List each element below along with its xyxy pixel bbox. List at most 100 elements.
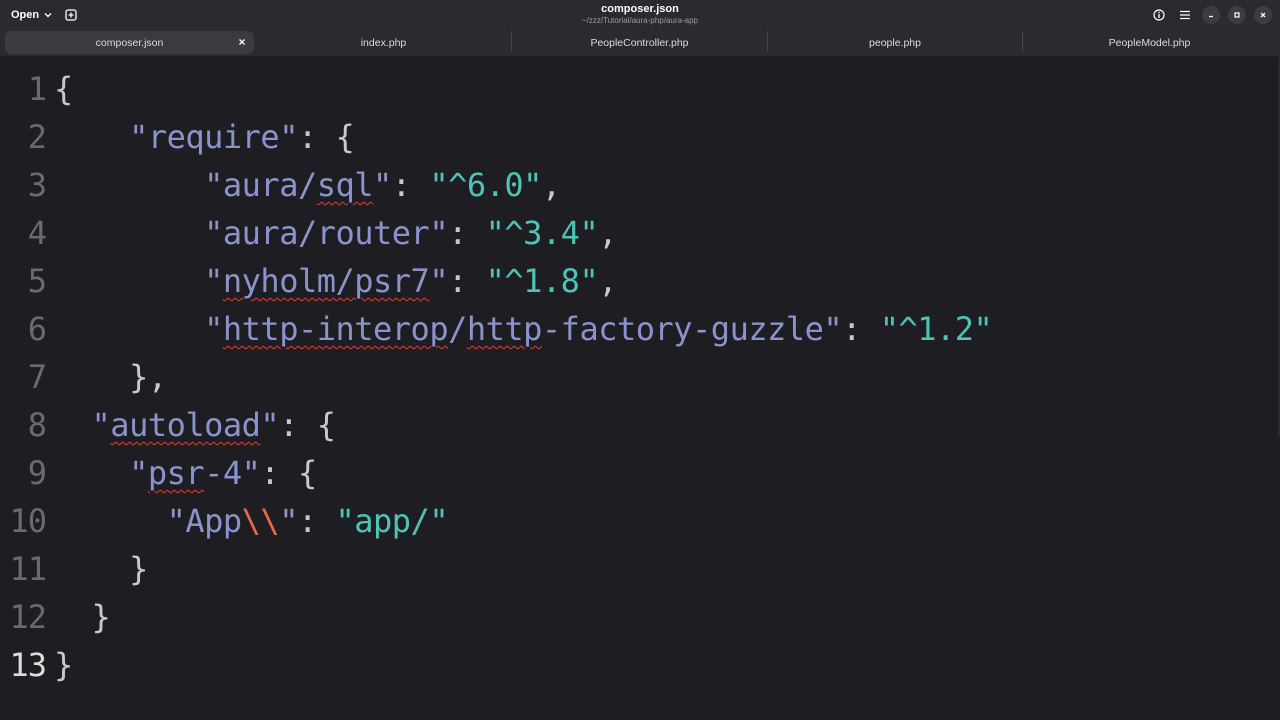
code-line[interactable]: 12 } [0, 593, 1270, 641]
tab-label: PeopleModel.php [1108, 36, 1191, 49]
code-token: "^1.2" [879, 310, 993, 348]
code-line[interactable]: 4 "aura/router": "^3.4", [0, 209, 1270, 257]
code-text: "aura/router": "^3.4", [54, 209, 617, 257]
line-number: 10 [9, 502, 47, 540]
tab-label: people.php [869, 36, 921, 49]
tab-close-button[interactable] [236, 36, 248, 48]
close-window-button[interactable] [1254, 6, 1272, 24]
tab-composer-json[interactable]: composer.json [5, 31, 254, 54]
code-token: -4" [204, 454, 261, 492]
code-text: { [54, 65, 73, 113]
code-line[interactable]: 13} [0, 641, 1270, 689]
code-token: " [260, 406, 280, 444]
tab-close-icon [239, 39, 245, 45]
code-token: "^1.8" [485, 262, 599, 300]
line-number: 6 [27, 310, 47, 348]
code-token: " [204, 310, 223, 348]
code-line[interactable]: 10 "App\\": "app/" [0, 497, 1270, 545]
open-button[interactable]: Open [4, 5, 60, 25]
tab-people-model-php[interactable]: PeopleModel.php [1023, 31, 1276, 54]
code-token: -factory-guzzle" [541, 310, 843, 348]
minimize-button[interactable] [1202, 6, 1220, 24]
spelling-error-token: nyholm/psr7 [222, 262, 430, 300]
open-button-label: Open [11, 9, 40, 21]
spelling-error-token: autoload [110, 406, 261, 444]
code-line[interactable]: 9 "psr-4": { [0, 449, 1270, 497]
code-token: / [448, 310, 467, 348]
code-text: "nyholm/psr7": "^1.8", [54, 257, 617, 305]
code-token: , [598, 262, 617, 300]
code-text: "require": { [54, 113, 355, 161]
info-icon [1153, 9, 1165, 21]
code-token: " [279, 502, 298, 540]
code-line[interactable]: 1{ [0, 65, 1270, 113]
tab-index-php[interactable]: index.php [256, 31, 511, 54]
code-token: : [448, 262, 486, 300]
code-token: , [541, 166, 561, 204]
line-number: 1 [27, 70, 47, 108]
line-number: 2 [27, 118, 47, 156]
code-token: { [54, 70, 73, 108]
tab-label: index.php [360, 36, 407, 49]
code-token: : [297, 502, 336, 540]
code-line[interactable]: 11 } [0, 545, 1270, 593]
maximize-button[interactable] [1228, 6, 1246, 24]
line-number: 8 [27, 406, 47, 444]
code-editor[interactable]: 1{2 "require": {3 "aura/sql": "^6.0", 4 "… [0, 57, 1280, 720]
code-text: "autoload": { [54, 401, 336, 449]
code-token: " [373, 166, 392, 204]
code-line[interactable]: 2 "require": { [0, 113, 1270, 161]
tab-people-php[interactable]: people.php [768, 31, 1022, 54]
code-token: : [391, 166, 430, 204]
tab-people-controller-php[interactable]: PeopleController.php [512, 31, 767, 54]
code-token: , [598, 214, 617, 252]
code-token: "aura/ [204, 166, 317, 204]
code-token: } [91, 598, 111, 636]
code-token: }, [129, 358, 167, 396]
header-actions [1150, 6, 1272, 24]
window-subtitle: ~/zzz/Tutorial/aura-php/aura-app [582, 16, 698, 25]
new-tab-button[interactable] [62, 6, 80, 24]
code-line[interactable]: 5 "nyholm/psr7": "^1.8", [0, 257, 1270, 305]
info-button[interactable] [1150, 6, 1168, 24]
line-number: 3 [27, 166, 47, 204]
code-token: " [204, 262, 223, 300]
line-number: 4 [27, 214, 47, 252]
code-token: "App [166, 502, 243, 540]
code-token: } [54, 646, 73, 684]
spelling-error-token: http-interop [222, 310, 449, 348]
code-line[interactable]: 7 }, [0, 353, 1270, 401]
spelling-error-token: sql [316, 166, 374, 204]
code-token: "require" [129, 118, 298, 156]
code-text: } [54, 641, 73, 689]
code-text: "psr-4": { [54, 449, 317, 497]
code-text: }, [54, 353, 167, 401]
code-token: "^6.0" [429, 166, 542, 204]
spelling-error-token: http [466, 310, 543, 348]
code-token: : { [260, 454, 317, 492]
code-line[interactable]: 8 "autoload": { [0, 401, 1270, 449]
code-line[interactable]: 6 "http-interop/http-factory-guzzle": "^… [0, 305, 1270, 353]
spelling-error-token: psr [147, 454, 205, 492]
code-line[interactable]: 3 "aura/sql": "^6.0", [0, 161, 1270, 209]
code-text: "aura/sql": "^6.0", [54, 161, 561, 209]
maximize-icon [1234, 12, 1240, 18]
line-number: 5 [27, 262, 47, 300]
code-text: } [54, 545, 148, 593]
code-token: \\ [241, 502, 280, 540]
code-token: " [91, 406, 111, 444]
code-token: : { [279, 406, 336, 444]
main-menu-button[interactable] [1176, 6, 1194, 24]
close-icon [1260, 12, 1266, 18]
line-number: 12 [9, 598, 47, 636]
code-token: : [448, 214, 486, 252]
